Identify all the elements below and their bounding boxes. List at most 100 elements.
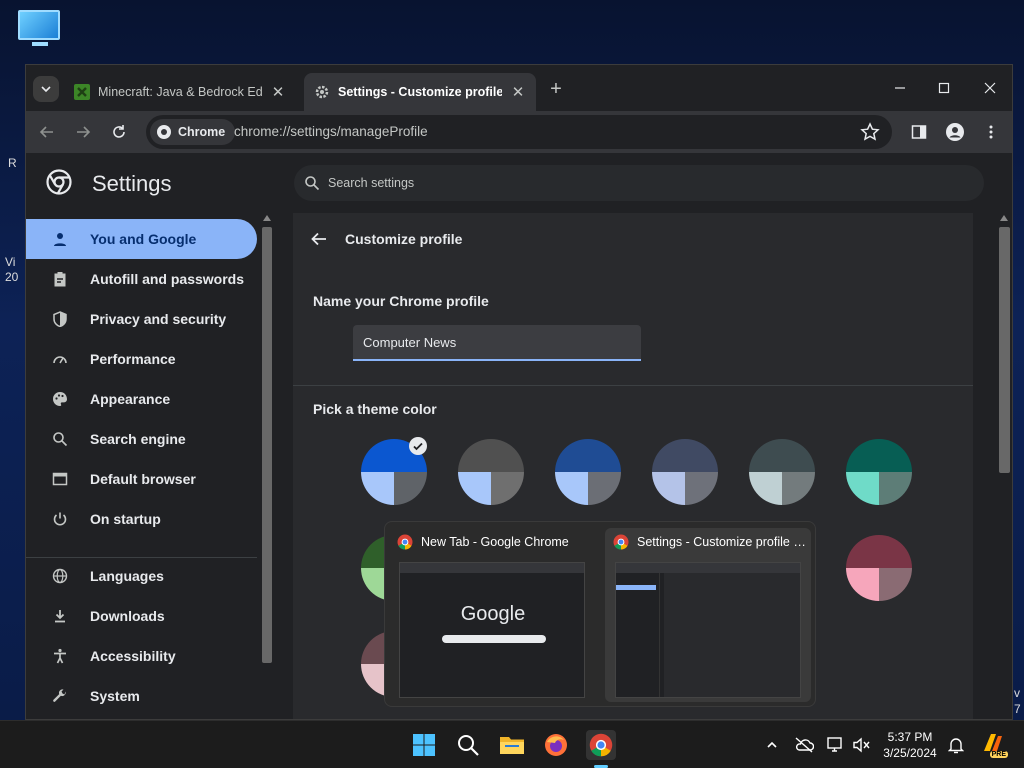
omnibox[interactable]: Chrome chrome://settings/manageProfile [146,115,892,149]
close-icon [984,82,996,94]
tab-settings[interactable]: Settings - Customize profile ✕ [304,73,536,111]
volume-button[interactable] [852,735,872,755]
minimize-button[interactable] [886,75,914,101]
search-settings-field[interactable]: Search settings [294,165,984,201]
thumbnail-settings[interactable]: Settings - Customize profile - Google Ch… [605,528,811,702]
sidebar-item-label: Search engine [90,431,186,447]
chrome-icon [589,733,613,757]
section-divider [293,385,973,386]
person-icon [50,229,70,249]
sidebar-item-default-browser[interactable]: Default browser [26,459,257,499]
sidebar-item-you-and-google[interactable]: You and Google [26,219,257,259]
tab-strip: Minecraft: Java & Bedrock Edition ✕ Sett… [26,65,1012,111]
scrollbar-thumb[interactable] [999,227,1010,473]
site-info-chip[interactable]: Chrome [150,119,236,145]
thumbnail-preview: Google [399,562,585,698]
url-text[interactable]: chrome://settings/manageProfile [234,124,428,139]
sidebar-item-performance[interactable]: Performance [26,339,257,379]
sidebar-item-privacy[interactable]: Privacy and security [26,299,257,339]
theme-color-swatch[interactable] [749,439,815,505]
theme-color-swatch[interactable] [458,439,524,505]
sidebar-item-appearance[interactable]: Appearance [26,379,257,419]
search-icon [305,176,320,191]
bookmark-star-icon[interactable] [860,122,880,142]
network-button[interactable] [826,735,846,755]
preview-search-bar [442,635,546,643]
sidebar-item-accessibility[interactable]: Accessibility [26,636,257,676]
sidebar-item-downloads[interactable]: Downloads [26,596,257,636]
desktop-edge-text: R [8,156,17,170]
sidebar-item-label: On startup [90,511,161,527]
desktop-edge-text: v [1014,686,1020,700]
close-icon[interactable]: ✕ [270,84,286,101]
clipboard-icon [50,269,70,289]
profile-name-input[interactable] [363,334,631,350]
maximize-button[interactable] [930,75,958,101]
browser-toolbar: Chrome chrome://settings/manageProfile [26,111,1012,153]
clock-time: 5:37 PM [887,730,933,744]
theme-color-swatch[interactable] [846,535,912,601]
sidebar-item-autofill[interactable]: Autofill and passwords [26,259,257,299]
preview-badge: PRE [989,751,1008,758]
sidebar-scrollbar[interactable] [260,213,274,719]
notifications-button[interactable] [946,735,966,755]
thumbnail-title: Settings - Customize profile - Google Ch… [637,535,807,549]
bell-icon [948,738,964,754]
start-button[interactable] [410,731,438,759]
forward-button[interactable] [72,121,94,143]
reload-button[interactable] [108,121,130,143]
minimize-icon [895,87,905,89]
gear-icon [315,85,329,99]
firefox-button[interactable] [542,731,570,759]
onedrive-button[interactable] [794,735,814,755]
tab-minecraft[interactable]: Minecraft: Java & Bedrock Edition ✕ [64,73,296,111]
chrome-taskbar-button[interactable] [586,730,616,760]
sidebar-item-languages[interactable]: Languages [26,556,257,596]
close-icon[interactable]: ✕ [510,84,526,101]
chevron-down-icon [41,86,51,93]
settings-sidebar: You and Google Autofill and passwords Pr… [26,213,260,719]
this-pc-desktop-icon[interactable] [18,10,62,50]
thumbnail-new-tab[interactable]: New Tab - Google Chrome Google [389,528,595,702]
scrollbar-thumb[interactable] [262,227,272,663]
sidebar-item-system[interactable]: System [26,676,257,716]
profile-button[interactable] [944,121,966,143]
firefox-icon [545,734,567,756]
tab-search-button[interactable] [33,76,59,102]
chrome-icon [397,534,413,550]
new-tab-button[interactable]: + [546,79,566,99]
sidebar-item-label: You and Google [90,231,197,247]
content-scrollbar[interactable] [996,213,1012,719]
close-window-button[interactable] [976,75,1004,101]
thumbnail-preview [615,562,801,698]
clock-date: 3/25/2024 [883,746,937,760]
system-clock[interactable]: 5:37 PM 3/25/2024 [880,729,940,761]
arrow-left-icon[interactable] [309,229,329,249]
search-button[interactable] [454,731,482,759]
sidebar-item-on-startup[interactable]: On startup [26,499,257,539]
theme-color-swatch[interactable] [555,439,621,505]
chrome-icon [613,534,629,550]
scroll-up-arrow[interactable] [263,215,271,221]
scroll-up-arrow[interactable] [1000,215,1008,221]
desktop-edge-text: Vi [5,255,16,269]
profile-name-field[interactable] [353,325,641,361]
chrome-icon [157,125,171,139]
back-button[interactable] [36,121,58,143]
google-logo: Google [460,603,526,625]
show-hidden-icons-button[interactable] [762,735,782,755]
sidebar-item-label: Performance [90,351,176,367]
name-section-label: Name your Chrome profile [313,293,489,309]
theme-color-swatch[interactable] [652,439,718,505]
cloud-offline-icon [795,737,814,753]
copilot-preview-button[interactable]: PRE [980,731,1008,758]
sidebar-item-label: System [90,688,140,704]
sidebar-item-search-engine[interactable]: Search engine [26,419,257,459]
settings-header: Settings Search settings [26,153,1012,213]
file-explorer-button[interactable] [498,731,526,759]
sidebar-item-label: Languages [90,568,164,584]
theme-color-swatch[interactable] [846,439,912,505]
menu-button[interactable] [980,121,1002,143]
browser-icon [50,469,70,489]
side-panel-button[interactable] [908,121,930,143]
